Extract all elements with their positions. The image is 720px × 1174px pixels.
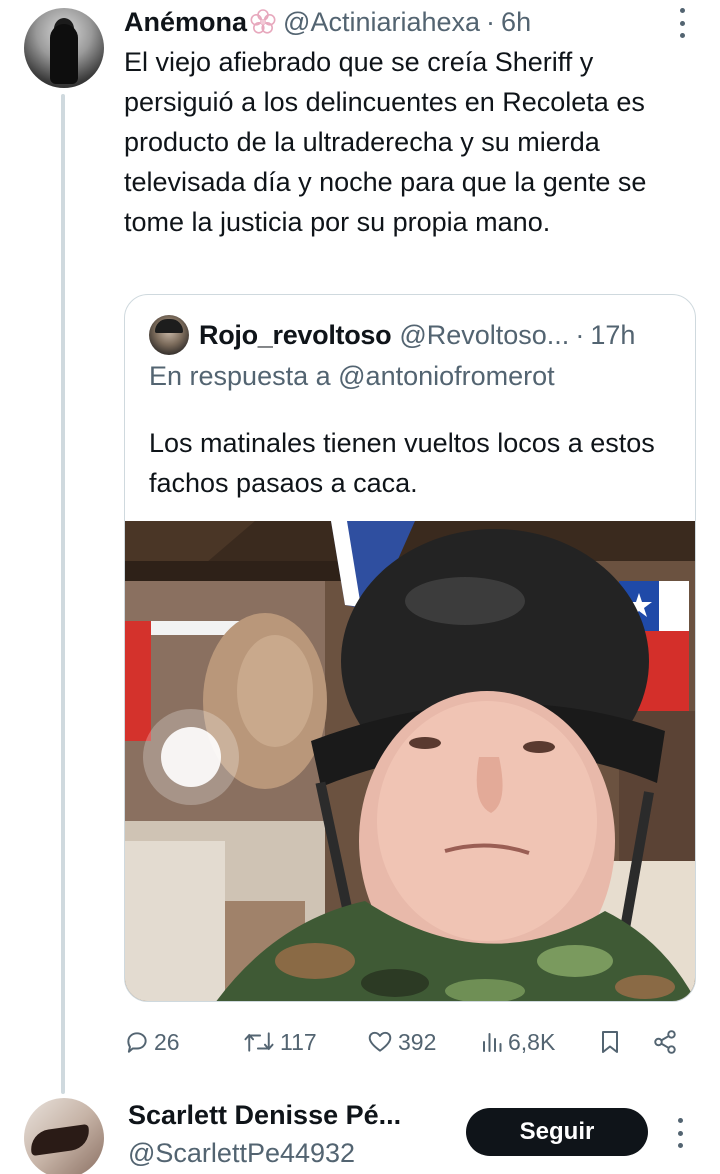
bookmark-button[interactable] bbox=[598, 1022, 622, 1062]
reply-prefix: En respuesta a bbox=[149, 361, 331, 391]
suggested-user-avatar[interactable] bbox=[24, 1098, 104, 1174]
suggested-user-display-name[interactable]: Scarlett Denisse Pé... bbox=[128, 1100, 448, 1131]
reply-button[interactable]: 26 bbox=[124, 1022, 180, 1062]
quoted-tweet-text: Los matinales tienen vueltos locos a est… bbox=[149, 428, 655, 498]
reply-icon bbox=[127, 1032, 147, 1053]
flower-emoji-icon bbox=[250, 9, 276, 34]
tweet-action-bar: 26 117 392 6,8K bbox=[124, 1022, 696, 1062]
quoted-tweet-card[interactable]: Rojo_revoltoso @Revoltoso... · 17h En re… bbox=[124, 294, 696, 1002]
retweet-count: 117 bbox=[280, 1028, 317, 1055]
quoted-tweet-header: Rojo_revoltoso @Revoltoso... · 17h bbox=[149, 315, 635, 355]
more-options-icon[interactable] bbox=[678, 8, 686, 38]
quoted-tweet-photo[interactable] bbox=[125, 521, 696, 1002]
share-icon bbox=[654, 1030, 676, 1054]
view-count: 6,8K bbox=[508, 1028, 556, 1055]
author-avatar[interactable] bbox=[24, 8, 104, 88]
quoted-author-avatar bbox=[149, 315, 189, 355]
reply-count: 26 bbox=[154, 1028, 180, 1055]
bookmark-icon bbox=[602, 1031, 618, 1053]
quoted-tweet-timestamp: 17h bbox=[590, 319, 636, 350]
retweet-button[interactable]: 117 bbox=[242, 1022, 317, 1062]
author-display-name[interactable]: Anémona bbox=[124, 7, 247, 38]
share-button[interactable] bbox=[652, 1022, 678, 1062]
views-button[interactable]: 6,8K bbox=[480, 1022, 555, 1062]
timeline: Anémona @Actiniariahexa · 6h El viejo af… bbox=[0, 0, 720, 1174]
tweet-timestamp[interactable]: 6h bbox=[501, 7, 531, 38]
suggested-user-handle[interactable]: @ScarlettPe44932 bbox=[128, 1138, 355, 1169]
like-button[interactable]: 392 bbox=[366, 1022, 436, 1062]
heart-icon bbox=[368, 1031, 392, 1052]
like-count: 392 bbox=[398, 1028, 437, 1055]
avatar-figure-body bbox=[50, 24, 78, 84]
separator-dot: · bbox=[575, 319, 585, 350]
suggestion-more-options-icon[interactable] bbox=[676, 1118, 684, 1148]
thread-connector-line bbox=[61, 94, 65, 1094]
separator-dot: · bbox=[486, 6, 496, 37]
reply-context: En respuesta a @antoniofromerot bbox=[149, 361, 555, 392]
tweet-text: El viejo afiebrado que se creía Sheriff … bbox=[124, 47, 647, 237]
quoted-author-handle: @Revoltoso... bbox=[399, 319, 570, 350]
follow-button[interactable]: Seguir bbox=[466, 1108, 648, 1156]
retweet-icon bbox=[244, 1032, 274, 1052]
avatar-hair-shape bbox=[28, 1123, 92, 1157]
avatar-cap-shape bbox=[155, 319, 183, 333]
tweet-header: Anémona @Actiniariahexa · 6h bbox=[124, 4, 531, 40]
quoted-author-display-name: Rojo_revoltoso bbox=[199, 319, 392, 350]
author-handle[interactable]: @Actiniariahexa bbox=[283, 7, 480, 38]
reply-mention: @antoniofromerot bbox=[338, 361, 555, 391]
views-icon bbox=[483, 1033, 502, 1052]
